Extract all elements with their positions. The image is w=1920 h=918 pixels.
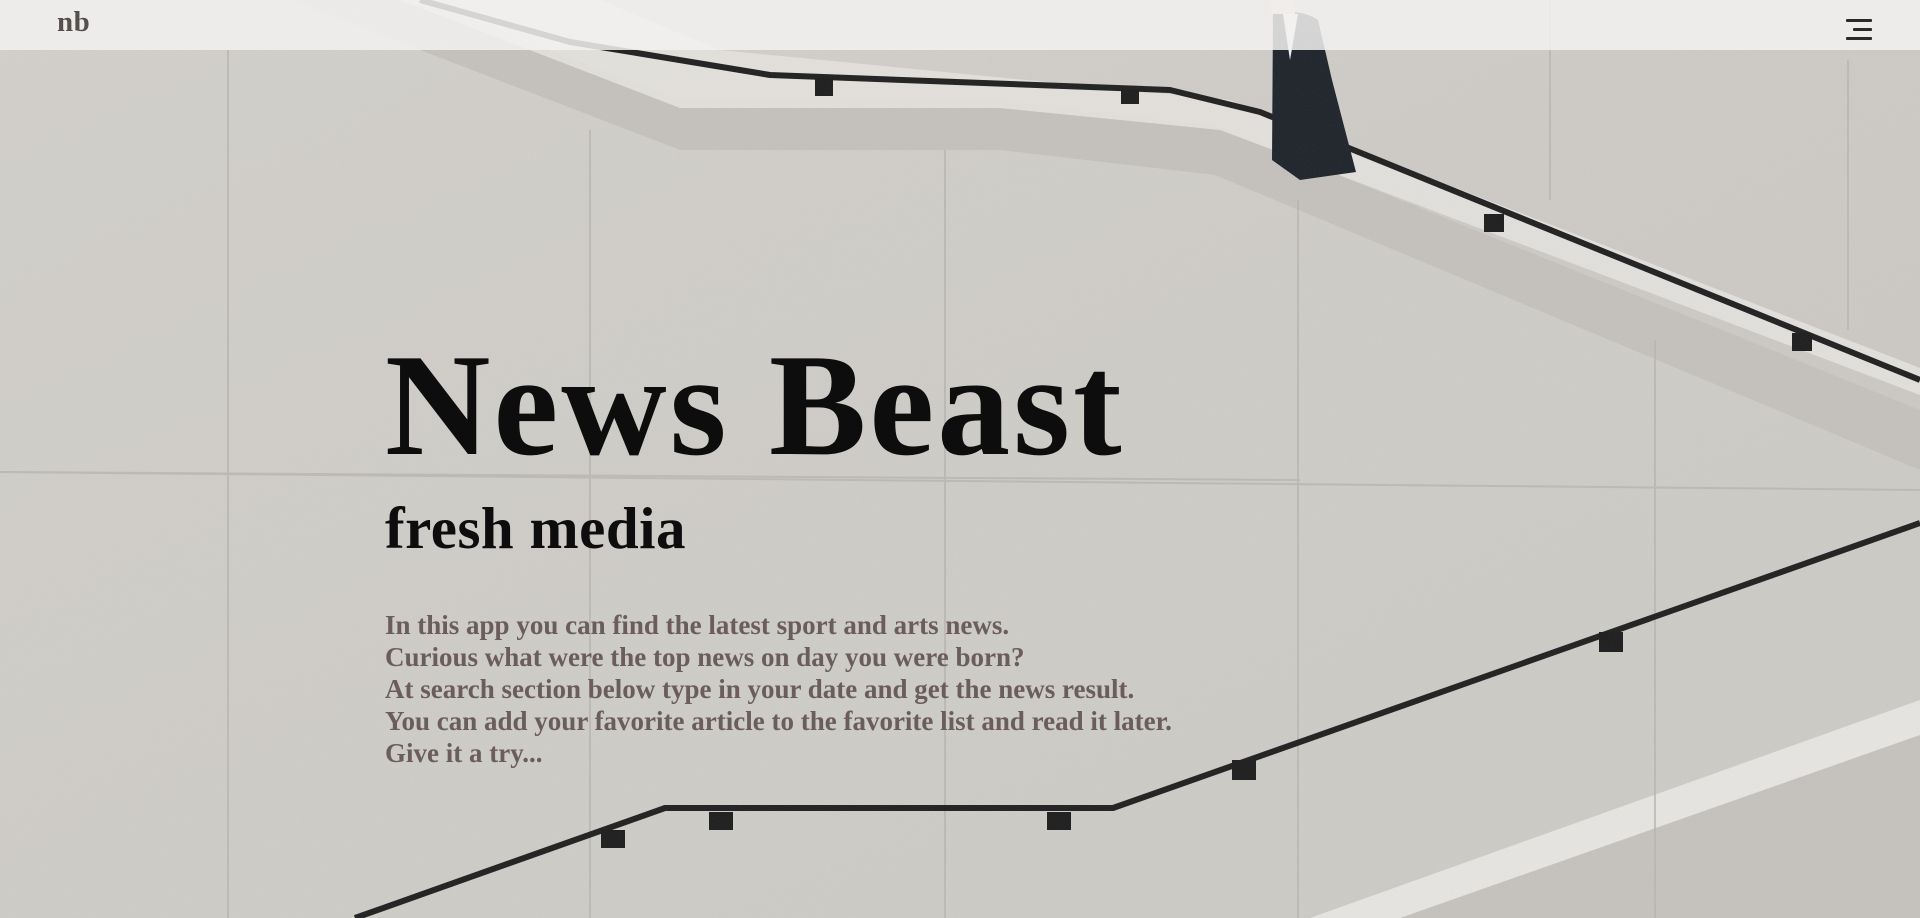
hero-subtitle: fresh media bbox=[385, 495, 687, 561]
description-line: Give it a try... bbox=[385, 738, 543, 768]
hero-section: News Beast fresh media In this app you c… bbox=[385, 332, 1172, 769]
description-line: In this app you can find the latest spor… bbox=[385, 610, 1010, 640]
description-line: Curious what were the top news on day yo… bbox=[385, 642, 1025, 672]
hero-title: News Beast bbox=[385, 324, 1125, 486]
navbar: nb bbox=[0, 0, 1920, 50]
logo[interactable]: nb bbox=[57, 6, 90, 39]
description-line: You can add your favorite article to the… bbox=[385, 706, 1172, 736]
hero-description: In this app you can find the latest spor… bbox=[385, 609, 1172, 769]
description-line: At search section below type in your dat… bbox=[385, 674, 1135, 704]
hamburger-menu-icon[interactable] bbox=[1842, 16, 1872, 44]
page: nb News Beast fresh media In this app yo… bbox=[0, 0, 1920, 918]
